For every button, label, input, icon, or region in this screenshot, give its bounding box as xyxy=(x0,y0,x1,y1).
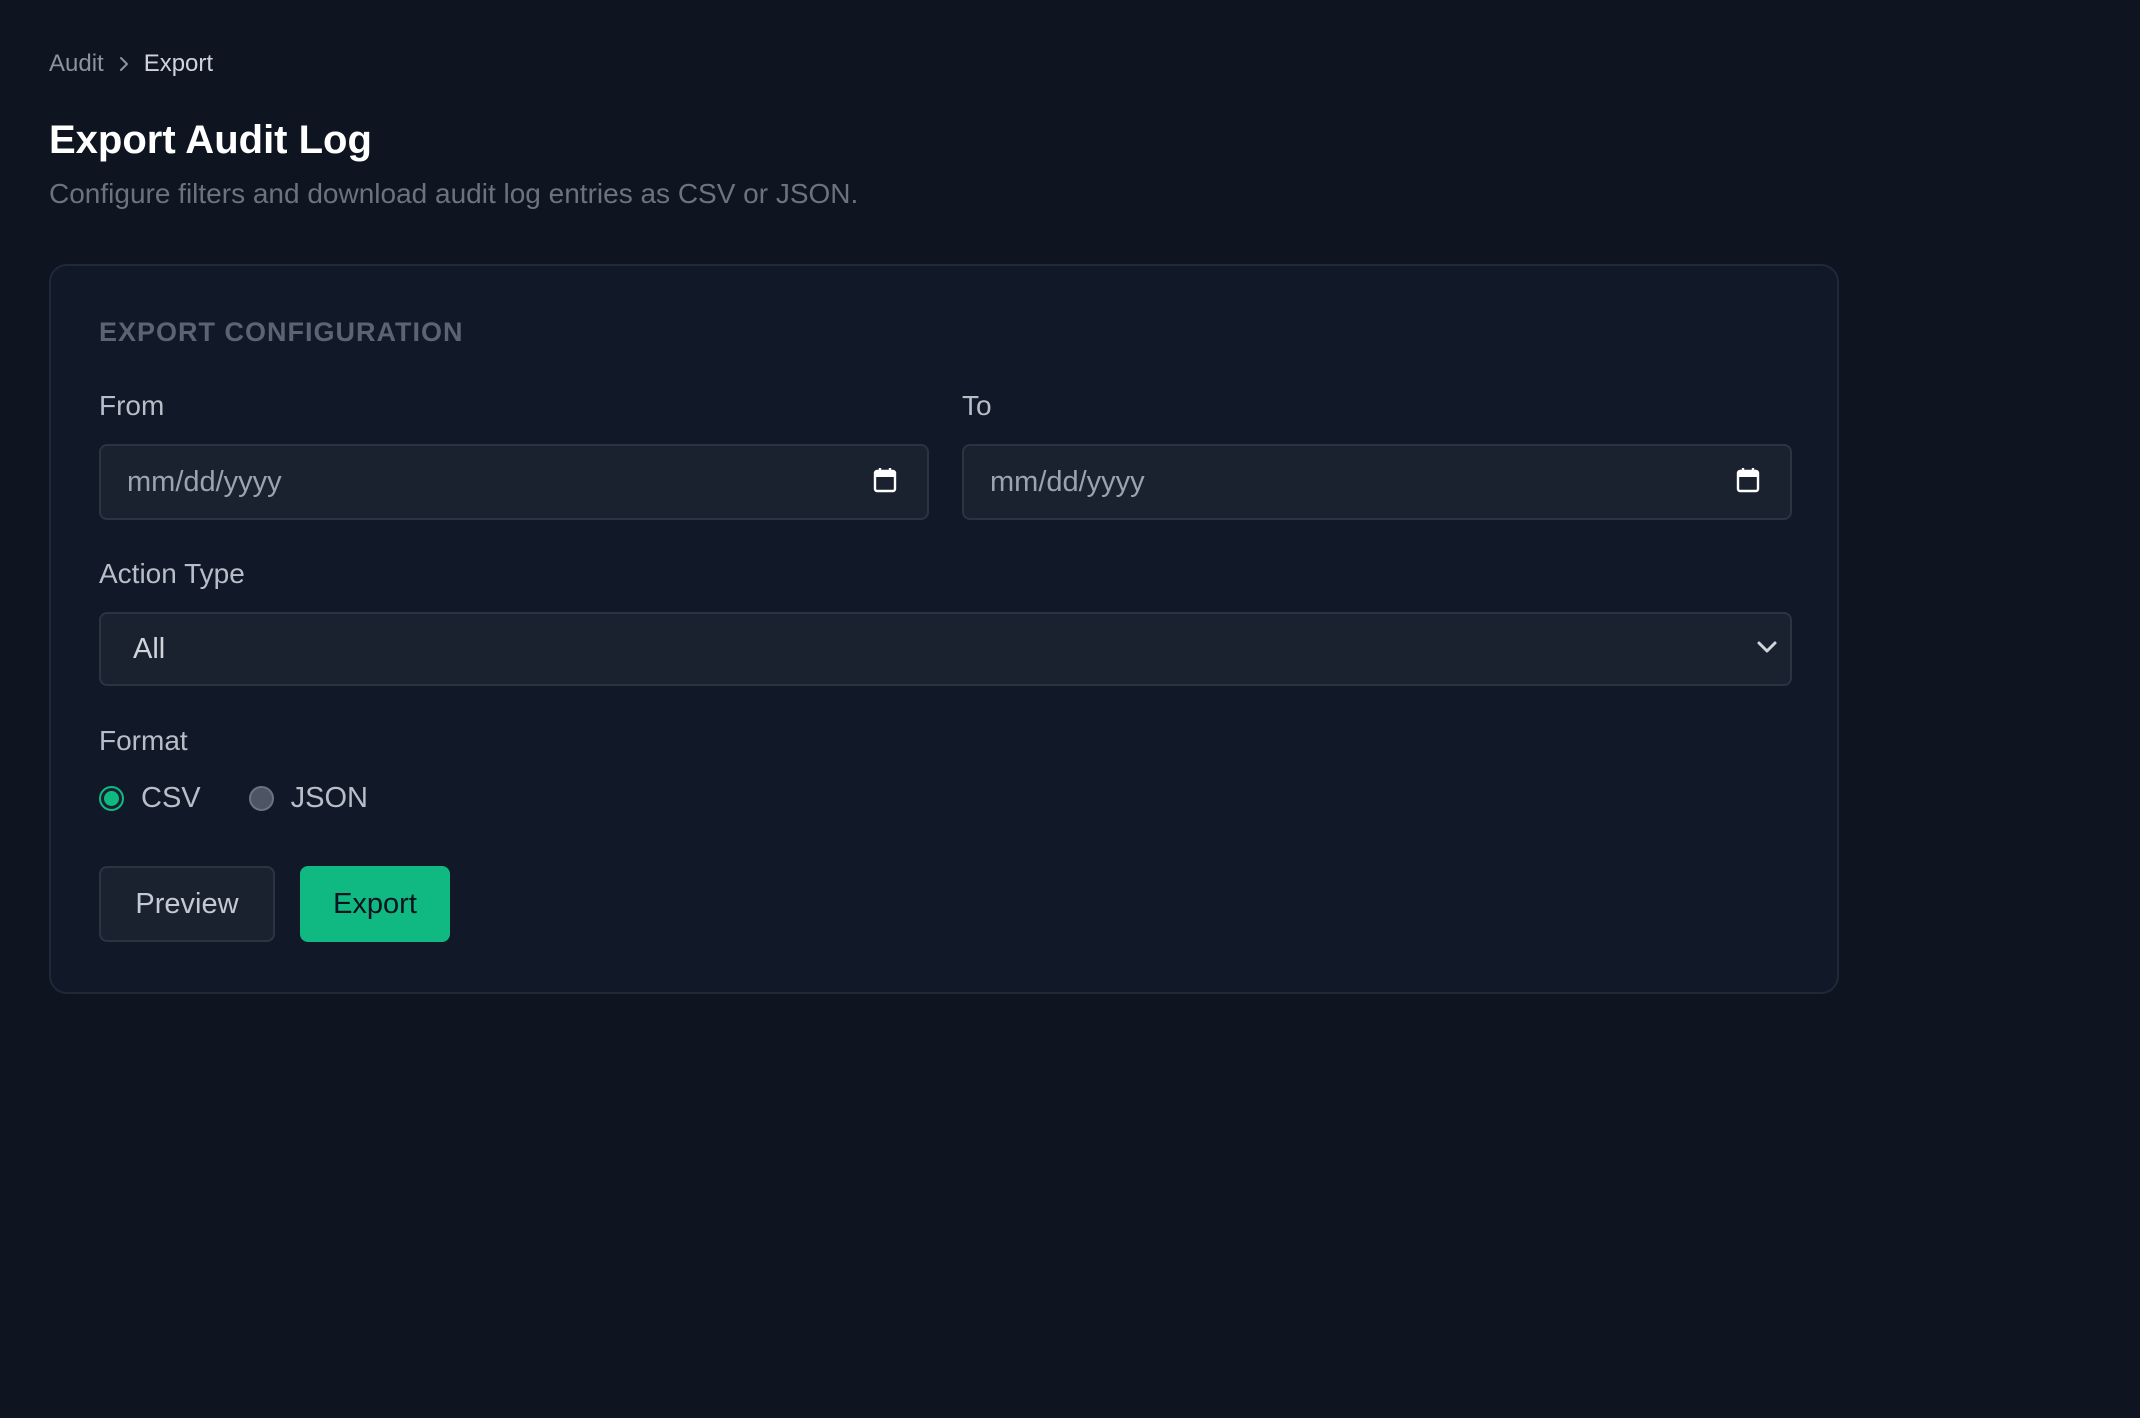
to-date-input[interactable]: mm/dd/yyyy xyxy=(962,444,1792,520)
format-radio-group: CSV JSON xyxy=(99,778,416,818)
export-config-card: EXPORT CONFIGURATION From mm/dd/yyyy To … xyxy=(49,264,1839,994)
export-page: Audit Export Export Audit Log Configure … xyxy=(49,46,1839,994)
csv-radio-label[interactable]: CSV xyxy=(141,782,201,815)
to-date-placeholder: mm/dd/yyyy xyxy=(990,465,1145,498)
json-radio[interactable] xyxy=(248,785,274,811)
preview-button[interactable]: Preview xyxy=(99,866,275,942)
chevron-down-icon xyxy=(1756,640,1778,659)
breadcrumb-current: Export xyxy=(143,49,214,77)
calendar-icon[interactable] xyxy=(1736,467,1760,498)
action-type-label: Action Type xyxy=(99,558,245,589)
page-subtitle: Configure filters and download audit log… xyxy=(49,178,859,209)
from-label: From xyxy=(99,390,165,421)
json-radio-label[interactable]: JSON xyxy=(291,782,368,815)
page-title: Export Audit Log xyxy=(49,118,372,162)
format-option-csv[interactable]: CSV xyxy=(99,782,201,815)
format-label: Format xyxy=(99,725,188,756)
section-title: EXPORT CONFIGURATION xyxy=(99,317,464,347)
action-type-select[interactable]: All xyxy=(99,612,1792,686)
export-button[interactable]: Export xyxy=(300,866,450,942)
breadcrumb: Audit Export xyxy=(49,46,1839,81)
from-date-input[interactable]: mm/dd/yyyy xyxy=(99,444,929,520)
calendar-icon[interactable] xyxy=(873,467,897,498)
action-type-value: All xyxy=(133,632,166,665)
chevron-right-icon xyxy=(104,46,144,81)
from-date-placeholder: mm/dd/yyyy xyxy=(127,465,282,498)
breadcrumb-audit-link[interactable]: Audit xyxy=(49,50,104,78)
to-label: To xyxy=(962,390,992,421)
csv-radio[interactable] xyxy=(99,785,124,811)
format-option-json[interactable]: JSON xyxy=(248,782,368,815)
